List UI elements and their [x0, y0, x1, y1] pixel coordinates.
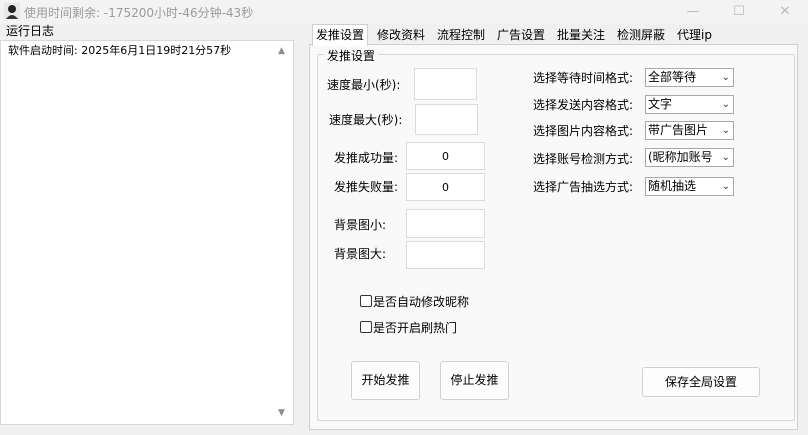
account-check-value: (昵称加账号	[648, 150, 713, 164]
success-count-label: 发推成功量:	[334, 151, 399, 165]
wait-format-value: 全部等待	[648, 70, 697, 84]
tab-ad-settings[interactable]: 广告设置	[494, 26, 548, 45]
tab-edit-profile[interactable]: 修改资料	[374, 26, 428, 45]
speed-min-label: 速度最小(秒):	[327, 78, 401, 92]
window-title: 使用时间剩余: -175200小时-46分钟-43秒	[24, 6, 254, 20]
wait-format-select[interactable]: 全部等待 ⌄	[645, 68, 734, 87]
tab-batch-follow[interactable]: 批量关注	[554, 26, 608, 45]
log-line: 软件启动时间: 2025年6月1日19时21分57秒	[8, 44, 232, 57]
bg-small-label: 背景图小:	[334, 218, 387, 232]
scroll-down-arrow-icon[interactable]: ▼	[278, 408, 285, 418]
content-format-select[interactable]: 文字 ⌄	[645, 95, 734, 114]
bg-small-input[interactable]	[406, 209, 485, 238]
chevron-down-icon: ⌄	[721, 72, 730, 83]
content-format-label: 选择发送内容格式:	[533, 98, 634, 112]
scroll-up-arrow-icon[interactable]: ▲	[278, 46, 285, 56]
auto-rename-checkbox[interactable]	[360, 295, 372, 307]
fail-count-label: 发推失败量:	[334, 180, 399, 194]
close-button[interactable]: ✕	[762, 0, 808, 24]
chevron-down-icon: ⌄	[721, 181, 730, 192]
maximize-button[interactable]: ☐	[716, 0, 762, 24]
speed-min-input[interactable]	[414, 68, 477, 100]
start-post-button[interactable]: 开始发推	[351, 361, 420, 400]
stop-post-button[interactable]: 停止发推	[440, 361, 509, 400]
ad-selection-select[interactable]: 随机抽选 ⌄	[645, 177, 734, 196]
image-format-label: 选择图片内容格式:	[533, 124, 634, 138]
hot-refresh-label[interactable]: 是否开启刷热门	[373, 319, 457, 336]
content-format-value: 文字	[648, 97, 673, 111]
ad-selection-label: 选择广告抽选方式:	[533, 180, 634, 194]
hot-refresh-checkbox[interactable]	[360, 321, 372, 333]
bg-large-label: 背景图大:	[334, 247, 387, 261]
minimize-button[interactable]: —	[670, 0, 716, 24]
speed-max-label: 速度最大(秒):	[329, 113, 403, 127]
group-title: 发推设置	[324, 47, 379, 64]
chevron-down-icon: ⌄	[721, 125, 730, 136]
tab-block-detect[interactable]: 检测屏蔽	[614, 26, 668, 45]
log-title: 运行日志	[6, 24, 55, 38]
account-check-select[interactable]: (昵称加账号 ⌄	[645, 148, 734, 167]
save-global-settings-button[interactable]: 保存全局设置	[642, 367, 760, 397]
auto-rename-label[interactable]: 是否自动修改昵称	[373, 293, 469, 310]
image-format-value: 带广告图片	[648, 123, 709, 137]
account-check-label: 选择账号检测方式:	[533, 152, 634, 166]
log-textbox[interactable]	[0, 40, 294, 425]
wait-format-label: 选择等待时间格式:	[533, 71, 634, 85]
app-icon	[4, 3, 20, 19]
chevron-down-icon: ⌄	[721, 152, 730, 163]
tab-post-settings[interactable]: 发推设置	[312, 24, 369, 46]
image-format-select[interactable]: 带广告图片 ⌄	[645, 121, 734, 140]
speed-max-input[interactable]	[415, 104, 478, 135]
tab-proxy-ip[interactable]: 代理ip	[674, 26, 715, 45]
success-count-field[interactable]: 0	[406, 142, 485, 170]
chevron-down-icon: ⌄	[721, 99, 730, 110]
fail-count-field[interactable]: 0	[406, 173, 485, 201]
tab-flow-control[interactable]: 流程控制	[434, 26, 488, 45]
bg-large-input[interactable]	[406, 241, 485, 269]
ad-selection-value: 随机抽选	[648, 179, 697, 193]
